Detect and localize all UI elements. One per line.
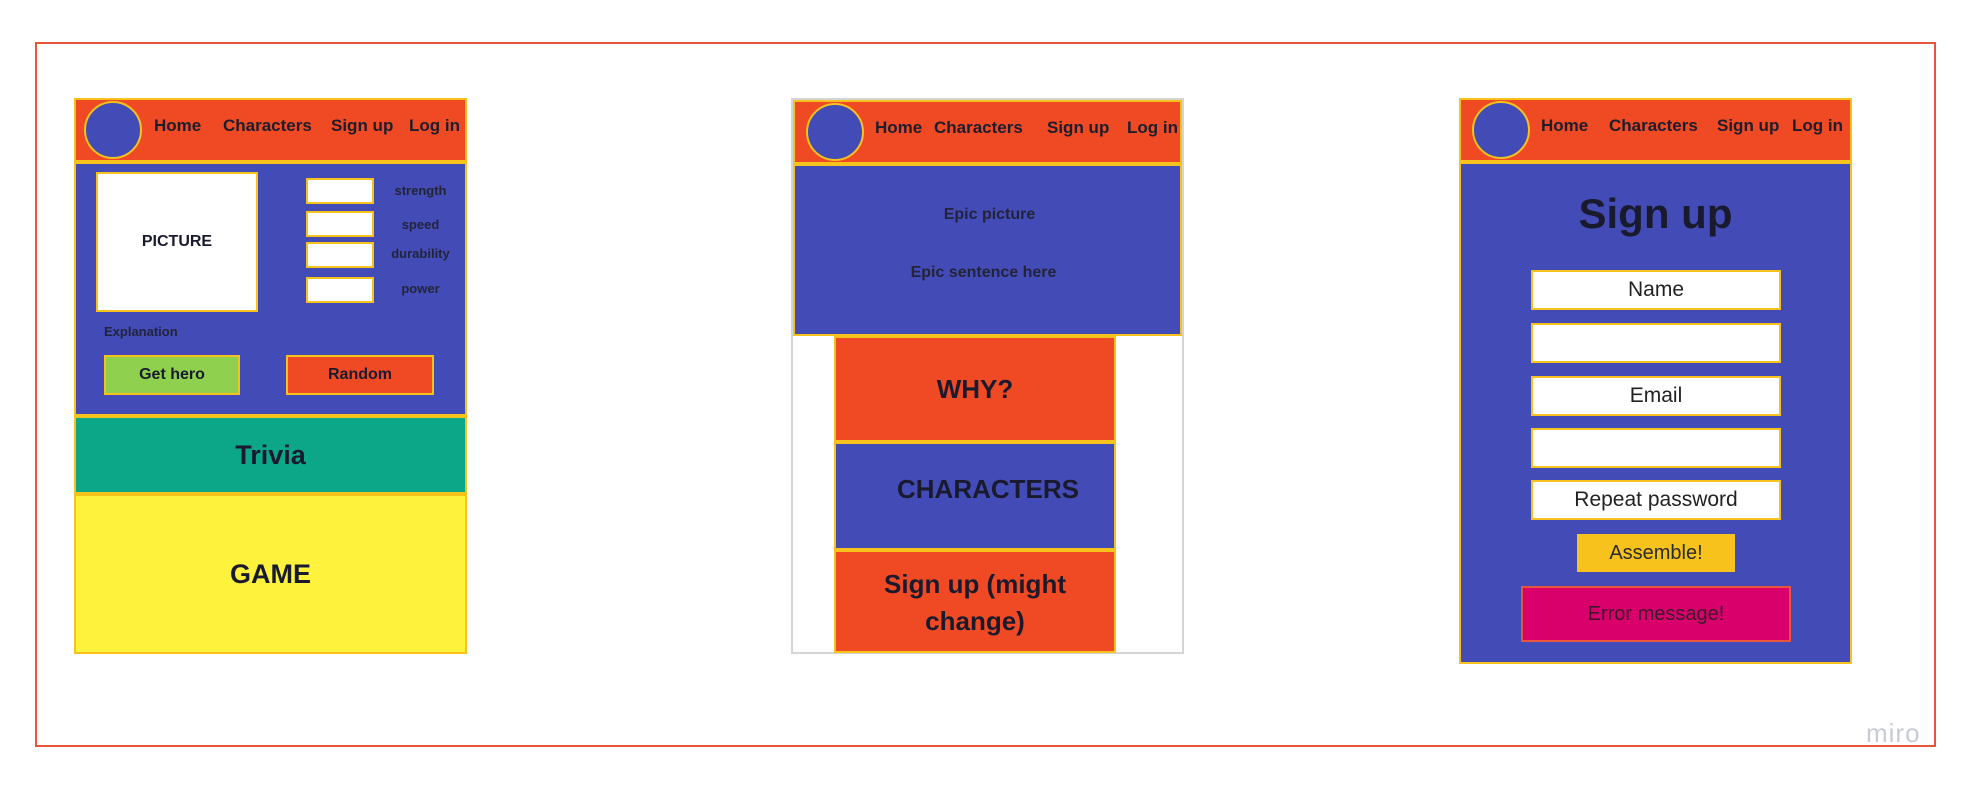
navbar: Home Characters Sign up Log in bbox=[793, 100, 1182, 164]
power-label: power bbox=[401, 281, 440, 296]
name-field[interactable]: Name bbox=[1531, 270, 1781, 310]
hero-picture: PICTURE bbox=[96, 172, 258, 312]
nav-login[interactable]: Log in bbox=[1792, 116, 1843, 136]
nav-signup[interactable]: Sign up bbox=[1717, 116, 1779, 136]
nav-home[interactable]: Home bbox=[154, 116, 201, 136]
signup-panel: Sign up Name Email Repeat password Assem… bbox=[1459, 162, 1852, 664]
navbar: Home Characters Sign up Log in bbox=[74, 98, 467, 162]
logo-circle[interactable] bbox=[806, 103, 864, 161]
get-hero-button[interactable]: Get hero bbox=[104, 355, 240, 395]
characters-section[interactable]: CHARACTERS bbox=[834, 442, 1116, 550]
durability-field[interactable] bbox=[306, 242, 374, 268]
email-field[interactable]: Email bbox=[1531, 376, 1781, 416]
nav-login[interactable]: Log in bbox=[1127, 118, 1178, 138]
signup-line-1: Sign up (might bbox=[884, 569, 1066, 599]
assemble-button[interactable]: Assemble! bbox=[1577, 534, 1735, 572]
wireframe-home-page: Home Characters Sign up Log in Epic pict… bbox=[791, 98, 1184, 654]
epic-sentence-text: Epic sentence here bbox=[910, 264, 1057, 281]
speed-field[interactable] bbox=[306, 211, 374, 237]
nav-home[interactable]: Home bbox=[1541, 116, 1588, 136]
explanation-text: Explanation bbox=[104, 324, 178, 339]
strength-label: strength bbox=[394, 183, 447, 198]
durability-label: durability bbox=[391, 246, 450, 261]
signup-title: Sign up bbox=[1578, 190, 1733, 237]
epic-picture-text: Epic picture bbox=[943, 206, 1036, 223]
why-section[interactable]: WHY? bbox=[834, 336, 1116, 442]
logo-circle[interactable] bbox=[84, 101, 142, 159]
wireframe-hero-page: Home Characters Sign up Log in PICTURE s… bbox=[74, 98, 467, 654]
repeat-password-field[interactable]: Repeat password bbox=[1531, 480, 1781, 520]
speed-label: speed bbox=[401, 217, 440, 232]
signup-section[interactable]: Sign up (might change) bbox=[834, 550, 1116, 653]
wireframe-signup-page: Home Characters Sign up Log in Sign up N… bbox=[1459, 98, 1852, 664]
hero-banner: Epic picture Epic sentence here bbox=[793, 164, 1182, 336]
power-field[interactable] bbox=[306, 277, 374, 303]
signup-line-2: change) bbox=[925, 606, 1025, 636]
nav-login[interactable]: Log in bbox=[409, 116, 460, 136]
hero-panel: PICTURE strength speed durability power … bbox=[74, 162, 467, 416]
miro-watermark: miro bbox=[1866, 718, 1921, 748]
nav-characters[interactable]: Characters bbox=[223, 116, 312, 136]
nav-signup[interactable]: Sign up bbox=[1047, 118, 1109, 138]
nav-signup[interactable]: Sign up bbox=[331, 116, 393, 136]
game-section[interactable]: GAME bbox=[74, 494, 467, 654]
error-message: Error message! bbox=[1521, 586, 1791, 642]
nav-characters[interactable]: Characters bbox=[1609, 116, 1698, 136]
nav-characters[interactable]: Characters bbox=[934, 118, 1023, 138]
password-field[interactable] bbox=[1531, 428, 1781, 468]
strength-field[interactable] bbox=[306, 178, 374, 204]
nav-home[interactable]: Home bbox=[875, 118, 922, 138]
text-field-2[interactable] bbox=[1531, 323, 1781, 363]
random-button[interactable]: Random bbox=[286, 355, 434, 395]
trivia-section[interactable]: Trivia bbox=[74, 416, 467, 494]
logo-circle[interactable] bbox=[1472, 101, 1530, 159]
navbar: Home Characters Sign up Log in bbox=[1459, 98, 1852, 162]
